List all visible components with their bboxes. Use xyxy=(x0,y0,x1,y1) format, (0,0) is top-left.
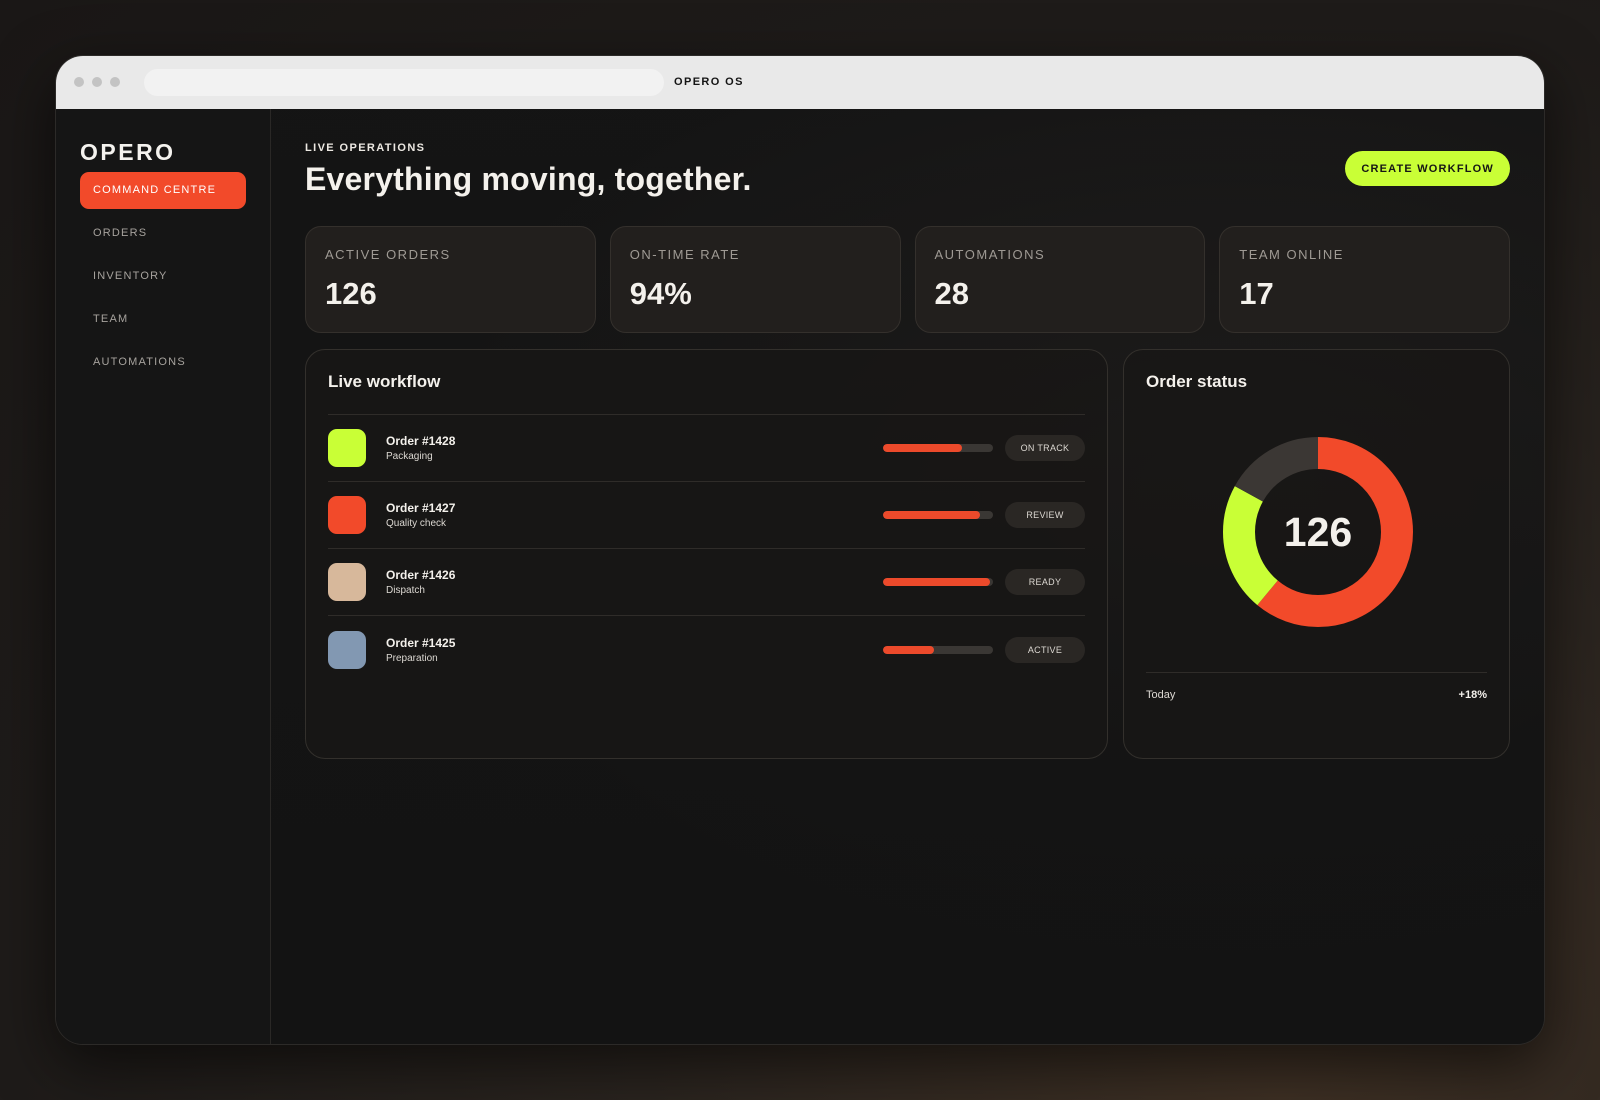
workflow-list: Order #1428 Packaging ON TRACK Order #14… xyxy=(328,414,1085,683)
progress-fill xyxy=(883,444,963,452)
live-workflow-panel: Live workflow Order #1428 Packaging ON T… xyxy=(305,349,1108,759)
order-id: Order #1427 xyxy=(386,501,456,515)
order-status-donut: 126 xyxy=(1216,430,1420,634)
window-titlebar: OPERO OS xyxy=(56,56,1544,109)
order-swatch xyxy=(328,429,366,467)
kpi-value: 28 xyxy=(934,276,969,311)
order-stage: Dispatch xyxy=(386,585,425,596)
order-swatch xyxy=(328,630,366,669)
panel-title: Order status xyxy=(1146,372,1248,391)
kpi-card-team-online[interactable]: TEAM ONLINE 17 xyxy=(1219,226,1510,333)
workflow-row[interactable]: Order #1426 Dispatch READY xyxy=(328,549,1085,616)
workflow-row[interactable]: Order #1425 Preparation ACTIVE xyxy=(328,616,1085,683)
close-dot-icon[interactable] xyxy=(74,77,84,87)
donut-total: 126 xyxy=(1283,508,1353,555)
footer-label: Today xyxy=(1146,689,1176,701)
kpi-card-automations[interactable]: AUTOMATIONS 28 xyxy=(914,226,1206,333)
app-window: OPERO OS OPERO COMMAND CENTRE ORDERS INV… xyxy=(55,55,1545,1045)
order-stage: Packaging xyxy=(386,451,433,462)
page-title: Everything moving, together. xyxy=(305,161,752,197)
workflow-row[interactable]: Order #1427 Quality check REVIEW xyxy=(328,482,1085,549)
maximize-dot-icon[interactable] xyxy=(110,77,120,87)
status-footer: Today +18% xyxy=(1146,672,1487,701)
kpi-value: 94% xyxy=(629,276,692,311)
page-kicker: LIVE OPERATIONS xyxy=(305,142,426,154)
order-swatch xyxy=(328,496,366,534)
status-badge: ON TRACK xyxy=(1005,435,1085,461)
sidebar-item-inventory[interactable]: INVENTORY xyxy=(80,258,246,295)
address-bar[interactable] xyxy=(144,69,664,96)
sidebar-item-orders[interactable]: ORDERS xyxy=(80,215,246,252)
kpi-label: AUTOMATIONS xyxy=(934,247,1046,262)
progress-fill xyxy=(883,511,980,519)
footer-change: +18% xyxy=(1458,689,1487,701)
progress-bar xyxy=(883,511,993,519)
progress-fill xyxy=(883,645,934,654)
sidebar-item-automations[interactable]: AUTOMATIONS xyxy=(80,344,246,381)
kpi-row: ACTIVE ORDERS 126 ON-TIME RATE 94% AUTOM… xyxy=(305,226,1510,333)
kpi-label: TEAM ONLINE xyxy=(1239,247,1344,262)
app-body: OPERO COMMAND CENTRE ORDERS INVENTORY TE… xyxy=(56,109,1544,1044)
kpi-label: ON-TIME RATE xyxy=(629,247,740,262)
order-status-panel: Order status 126 Today +18% xyxy=(1123,349,1510,759)
status-badge: READY xyxy=(1005,569,1085,595)
order-stage: Preparation xyxy=(386,652,438,664)
status-badge: ACTIVE xyxy=(1005,636,1085,663)
progress-bar xyxy=(883,645,993,654)
order-id: Order #1428 xyxy=(386,434,456,448)
order-stage: Quality check xyxy=(386,518,447,529)
order-id: Order #1425 xyxy=(386,635,456,650)
logo: OPERO xyxy=(80,139,176,165)
kpi-value: 126 xyxy=(325,276,377,311)
minimize-dot-icon[interactable] xyxy=(92,77,102,87)
window-title: OPERO OS xyxy=(674,76,744,88)
sidebar: OPERO COMMAND CENTRE ORDERS INVENTORY TE… xyxy=(56,109,271,1044)
main-content: LIVE OPERATIONS Everything moving, toget… xyxy=(271,109,1544,1044)
panel-title: Live workflow xyxy=(328,372,441,391)
sidebar-item-command-centre[interactable]: COMMAND CENTRE xyxy=(80,172,246,209)
progress-fill xyxy=(883,578,990,586)
create-workflow-button[interactable]: CREATE WORKFLOW xyxy=(1345,151,1510,186)
kpi-label: ACTIVE ORDERS xyxy=(325,247,451,262)
progress-bar xyxy=(883,444,993,452)
sidebar-item-team[interactable]: TEAM xyxy=(80,301,246,338)
order-id: Order #1426 xyxy=(386,568,456,582)
kpi-card-active-orders[interactable]: ACTIVE ORDERS 126 xyxy=(305,226,596,333)
progress-bar xyxy=(883,578,993,586)
order-swatch xyxy=(328,563,366,601)
workflow-row[interactable]: Order #1428 Packaging ON TRACK xyxy=(328,415,1085,482)
status-badge: REVIEW xyxy=(1005,502,1085,528)
kpi-card-on-time-rate[interactable]: ON-TIME RATE 94% xyxy=(609,226,901,333)
kpi-value: 17 xyxy=(1239,276,1274,311)
